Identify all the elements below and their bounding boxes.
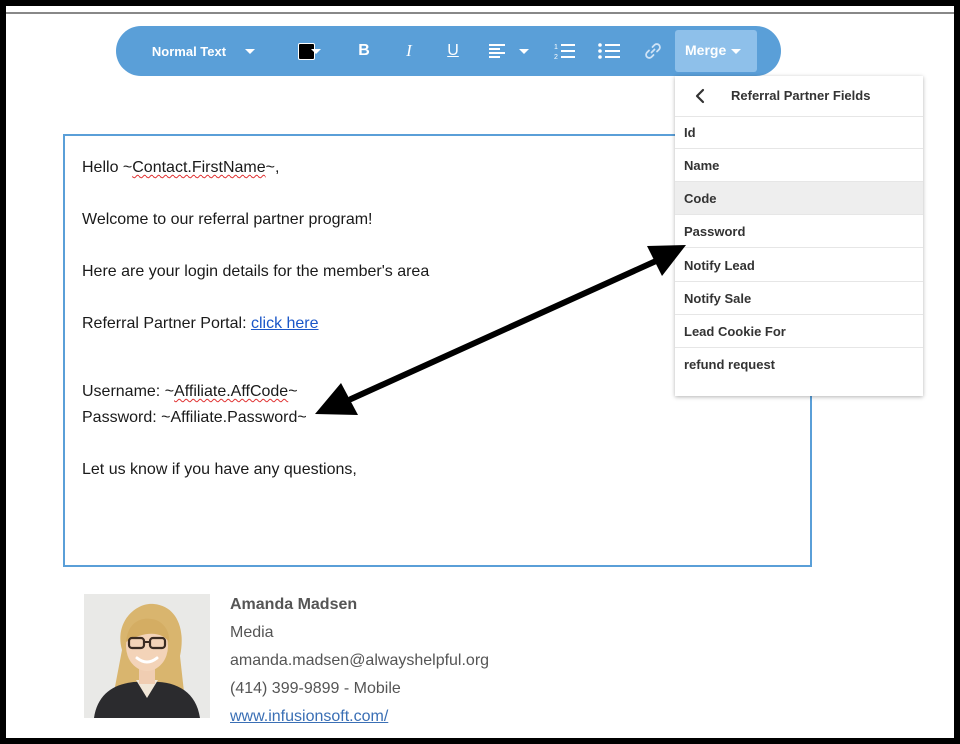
merge-field-first-name: Contact.FirstName	[132, 159, 266, 176]
numbered-list-icon: 1 2	[554, 44, 575, 60]
merge-item-notify-lead[interactable]: Notify Lead	[675, 249, 923, 282]
closing-line: Let us know if you have any questions,	[82, 461, 357, 478]
greeting-line: Hello ~Contact.FirstName~,	[82, 159, 279, 177]
chevron-left-icon[interactable]	[692, 87, 710, 105]
greeting-prefix: Hello ~	[82, 159, 133, 176]
link-icon	[645, 43, 661, 59]
merge-chevron-down-icon	[731, 49, 741, 54]
merge-fields-menu: Referral Partner Fields Id Name Code Pas…	[675, 76, 923, 396]
username-suffix: ~	[288, 383, 298, 400]
text-style-label: Normal Text	[151, 43, 227, 59]
merge-button[interactable]: Merge	[675, 30, 757, 72]
align-chevron-down-icon[interactable]	[519, 49, 529, 54]
merge-item-name[interactable]: Name	[675, 149, 923, 182]
greeting-suffix: ~,	[265, 159, 280, 176]
merge-item-label: Id	[684, 125, 696, 140]
align-button[interactable]	[482, 26, 512, 76]
numbered-list-button[interactable]: 1 2	[549, 26, 581, 76]
signature-name: Amanda Madsen	[230, 596, 358, 613]
merge-item-id[interactable]: Id	[675, 116, 923, 149]
merge-item-label: Lead Cookie For	[684, 324, 786, 339]
merge-label: Merge	[685, 42, 727, 58]
signature-phone: (414) 399-9899 - Mobile	[230, 680, 401, 697]
merge-item-label: refund request	[684, 357, 776, 372]
bold-button[interactable]: B	[349, 26, 379, 76]
merge-item-label: Password	[684, 224, 746, 239]
merge-item-label: Notify Lead	[684, 258, 755, 273]
profile-photo	[84, 594, 210, 718]
username-line: Username: ~Affiliate.AffCode~	[82, 383, 298, 401]
merge-item-lead-cookie-for[interactable]: Lead Cookie For	[675, 315, 923, 348]
merge-item-label: Notify Sale	[684, 291, 752, 306]
welcome-line: Welcome to our referral partner program!	[82, 211, 373, 228]
portal-label: Referral Partner Portal:	[82, 315, 251, 332]
underline-icon: U	[447, 42, 459, 59]
italic-icon: I	[406, 41, 412, 60]
bullet-list-button[interactable]	[593, 26, 625, 76]
signature-title: Media	[230, 624, 274, 641]
merge-field-aff-code: Affiliate.AffCode	[174, 383, 289, 400]
link-button[interactable]	[638, 26, 668, 76]
text-style-chevron-down-icon[interactable]	[245, 49, 255, 54]
text-style-dropdown[interactable]: Normal Text	[146, 26, 232, 76]
screenshot-canvas: Normal Text B I U 1 2 Merge Hello ~Conta…	[6, 6, 954, 738]
password-line: Password: ~Affiliate.Password~	[82, 409, 307, 426]
bold-icon: B	[358, 42, 370, 59]
svg-text:2: 2	[554, 54, 558, 60]
username-prefix: Username: ~	[82, 383, 175, 400]
merge-item-refund-request[interactable]: refund request	[675, 348, 923, 380]
merge-item-label: Name	[684, 158, 720, 173]
merge-item-password[interactable]: Password	[675, 215, 923, 248]
align-left-icon	[489, 44, 505, 58]
login-intro-line: Here are your login details for the memb…	[82, 263, 430, 280]
svg-text:1: 1	[554, 44, 558, 51]
underline-button[interactable]: U	[438, 26, 468, 76]
signature-email: amanda.madsen@alwayshelpful.org	[230, 652, 490, 669]
merge-item-code[interactable]: Code	[675, 182, 923, 215]
editor-toolbar: Normal Text B I U 1 2 Merge	[116, 26, 781, 76]
text-color-chevron-down-icon[interactable]	[311, 49, 321, 54]
top-divider	[6, 12, 954, 14]
avatar	[84, 594, 210, 718]
italic-button[interactable]: I	[394, 26, 424, 76]
merge-menu-title: Referral Partner Fields	[731, 88, 871, 103]
portal-link[interactable]: click here	[251, 315, 319, 332]
merge-menu-header: Referral Partner Fields	[675, 76, 923, 117]
bullet-list-icon	[598, 43, 620, 59]
merge-item-label: Code	[684, 191, 717, 206]
signature-website-link[interactable]: www.infusionsoft.com/	[230, 708, 388, 726]
merge-item-notify-sale[interactable]: Notify Sale	[675, 282, 923, 315]
portal-line: Referral Partner Portal: click here	[82, 315, 319, 333]
